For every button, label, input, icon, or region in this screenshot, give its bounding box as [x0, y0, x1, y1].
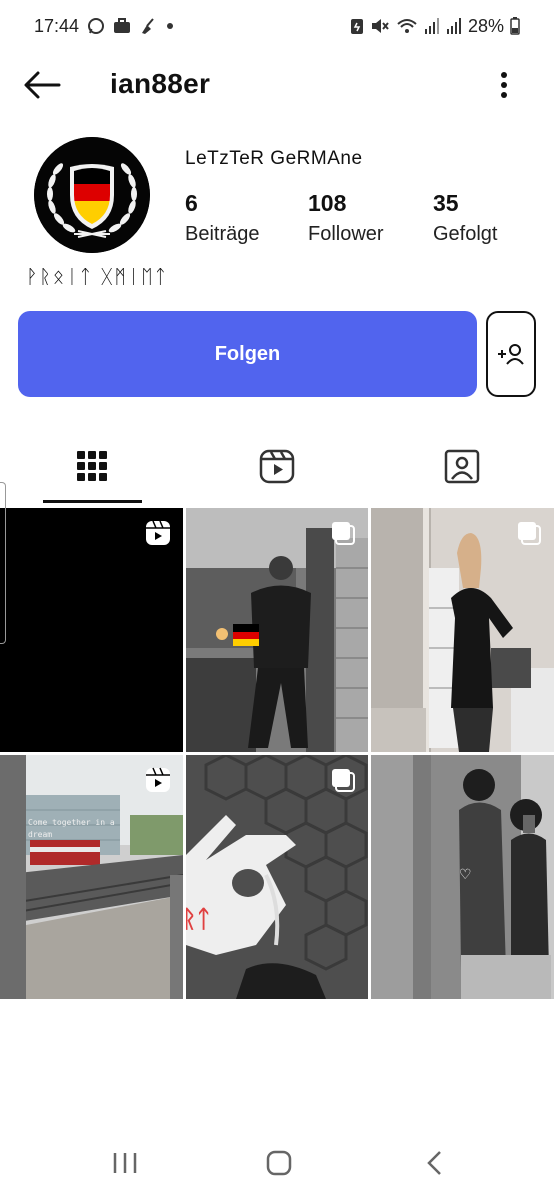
- more-vertical-icon: [501, 72, 507, 98]
- post-thumbnail[interactable]: ♡: [371, 755, 554, 999]
- system-nav-bar: [0, 1130, 554, 1200]
- wifi-icon: [397, 19, 417, 33]
- posts-count: 6: [185, 190, 198, 216]
- post-thumbnail[interactable]: ᚱᛏ: [186, 755, 368, 999]
- broom-icon: [142, 18, 154, 34]
- signal-icon: [424, 18, 439, 34]
- post-thumbnail[interactable]: Come together in a dream: [0, 755, 183, 999]
- battery-saver-icon: [350, 19, 363, 34]
- profile-tabs: [0, 430, 554, 506]
- status-bar: 17:44 28%: [0, 0, 554, 52]
- whatsapp-icon: [88, 18, 105, 34]
- posts-label: Beiträge: [185, 223, 260, 245]
- profile-full-name: LeTzTeR GeRMAne: [185, 148, 363, 169]
- edge-panel-handle[interactable]: [0, 482, 6, 644]
- following-label: Gefolgt: [433, 223, 498, 245]
- followers-count: 108: [308, 190, 347, 216]
- post-thumbnail[interactable]: [0, 508, 183, 752]
- arrow-left-icon: [24, 71, 61, 99]
- laurel-shield-emblem: [34, 137, 150, 253]
- add-person-icon: [498, 344, 524, 365]
- heart-sticker: ♡: [459, 867, 472, 883]
- home-button[interactable]: [266, 1150, 292, 1181]
- follow-button[interactable]: Folgen: [18, 311, 477, 397]
- suggested-accounts-button[interactable]: [486, 311, 536, 397]
- following-count: 35: [433, 190, 459, 216]
- avatar[interactable]: [34, 137, 150, 253]
- briefcase-icon: [114, 18, 131, 33]
- tab-reels[interactable]: [227, 430, 327, 506]
- carousel-icon: [332, 769, 355, 792]
- status-time: 17:44: [34, 15, 80, 36]
- mute-icon: [371, 19, 389, 33]
- tab-tagged[interactable]: [412, 430, 512, 506]
- post-thumbnail[interactable]: [186, 508, 368, 752]
- tagged-icon: [444, 449, 480, 484]
- posts-stat[interactable]: 6 Beiträge: [185, 190, 260, 246]
- carousel-icon: [518, 522, 541, 545]
- profile-username: ian88er: [110, 68, 211, 99]
- carousel-icon: [332, 522, 355, 545]
- back-button[interactable]: [22, 67, 66, 103]
- reels-icon: [259, 449, 295, 484]
- chevron-left-icon: [427, 1151, 441, 1175]
- followers-label: Follower: [308, 223, 384, 245]
- selected-tab-indicator: [43, 500, 142, 503]
- grid-icon: [77, 451, 107, 481]
- options-button[interactable]: [490, 67, 518, 103]
- followers-stat[interactable]: 108 Follower: [308, 190, 384, 246]
- tab-grid[interactable]: [42, 430, 142, 506]
- sticker-text: ᚱᛏ: [186, 905, 211, 933]
- post-caption-overlay: Come together in a dream: [28, 818, 115, 839]
- recents-icon: [113, 1153, 137, 1173]
- posts-grid: Come together in a dream ᚱᛏ ♡: [0, 508, 554, 999]
- profile-header: ian88er: [0, 55, 554, 115]
- reel-badge-icon: [146, 520, 170, 545]
- battery-icon: [510, 17, 520, 35]
- following-stat[interactable]: 35 Gefolgt: [433, 190, 497, 246]
- reel-badge-icon: [146, 767, 170, 792]
- profile-bio: ᚹᚱᛟᛁᛏ ᚷᛗᛁᛖᛏ: [26, 266, 169, 288]
- back-nav-button[interactable]: [424, 1150, 446, 1181]
- recent-apps-button[interactable]: [112, 1150, 138, 1181]
- home-icon: [266, 1150, 292, 1176]
- dot-icon: [167, 23, 174, 29]
- signal-icon: [446, 18, 461, 34]
- battery-percent: 28%: [467, 15, 504, 36]
- post-thumbnail[interactable]: [371, 508, 554, 752]
